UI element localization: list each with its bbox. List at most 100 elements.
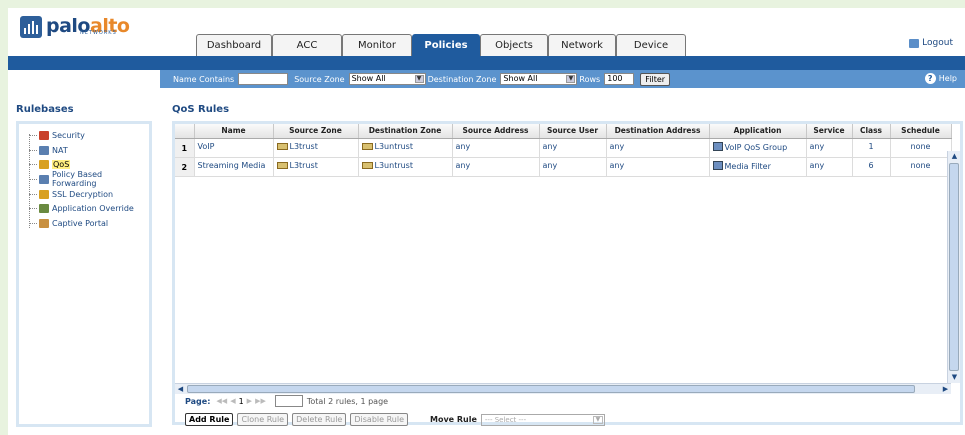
table-header: Name Source Zone Destination Zone Source…: [175, 124, 952, 139]
tree-item-ssl-decryption[interactable]: SSL Decryption: [29, 187, 149, 202]
name-contains-input[interactable]: [238, 73, 289, 85]
source-zone-cell[interactable]: L3trust: [273, 138, 359, 158]
scroll-down-icon[interactable]: ▼: [949, 372, 960, 383]
qos-icon: [39, 160, 49, 170]
last-page-icon[interactable]: ▶▶: [255, 397, 266, 405]
tree-item-nat[interactable]: NAT: [29, 143, 149, 158]
application-cell[interactable]: VoIP QoS Group: [709, 138, 807, 158]
destination-address-cell[interactable]: any: [606, 138, 710, 158]
table-row[interactable]: 1 VoIP L3trust L3untrust any any any VoI…: [175, 138, 952, 158]
tab-monitor[interactable]: Monitor: [342, 34, 412, 56]
clone-rule-button[interactable]: Clone Rule: [237, 413, 289, 426]
tree-item-application-override[interactable]: Application Override: [29, 201, 149, 216]
app-frame: paloalto NETWORKS Dashboard ACC Monitor …: [8, 8, 965, 435]
tab-policies[interactable]: Policies: [412, 34, 480, 56]
zone-icon: [361, 161, 373, 169]
filter-button[interactable]: Filter: [640, 72, 671, 86]
ssl-icon: [39, 189, 49, 199]
column-header[interactable]: Name: [194, 124, 274, 139]
rows-input[interactable]: 100: [604, 73, 635, 85]
service-cell[interactable]: any: [806, 157, 853, 177]
rule-name[interactable]: VoIP: [194, 138, 274, 158]
source-zone-select[interactable]: Show All ▼: [348, 73, 426, 85]
tab-device[interactable]: Device: [616, 34, 686, 56]
add-rule-button[interactable]: Add Rule: [185, 413, 234, 426]
source-address-cell[interactable]: any: [452, 138, 540, 158]
disable-rule-button[interactable]: Disable Rule: [350, 413, 408, 426]
destination-zone-cell[interactable]: L3untrust: [358, 138, 453, 158]
row-number: 1: [175, 138, 195, 158]
rows-label: Rows: [579, 74, 601, 84]
page-title: QoS Rules: [172, 104, 230, 115]
vertical-scrollbar[interactable]: ▲ ▼: [947, 151, 960, 383]
class-cell[interactable]: 1: [852, 138, 891, 158]
column-header[interactable]: Class: [852, 124, 891, 139]
rulebases-tree: Security NAT QoS Policy Based Forwarding…: [16, 121, 152, 427]
logout-icon: [909, 38, 920, 48]
help-link[interactable]: ? Help: [924, 73, 957, 84]
vertical-scroll-thumb[interactable]: [949, 163, 959, 371]
tree-item-policy-based-forwarding[interactable]: Policy Based Forwarding: [29, 170, 149, 188]
scroll-right-icon[interactable]: ▶: [940, 384, 951, 394]
zone-icon: [276, 142, 288, 150]
destination-zone-cell[interactable]: L3untrust: [358, 157, 453, 177]
rulebases-title: Rulebases: [16, 104, 74, 115]
column-header[interactable]: Destination Address: [606, 124, 710, 139]
application-cell[interactable]: Media Filter: [709, 157, 807, 177]
column-header[interactable]: Schedule: [890, 124, 952, 139]
schedule-cell[interactable]: none: [890, 157, 952, 177]
source-zone-label: Source Zone: [294, 74, 345, 84]
application-filter-icon: [712, 160, 723, 170]
source-user-cell[interactable]: any: [539, 157, 607, 177]
schedule-cell[interactable]: none: [890, 138, 952, 158]
scroll-up-icon[interactable]: ▲: [949, 151, 960, 162]
table-row[interactable]: 2 Streaming Media L3trust L3untrust any …: [175, 157, 952, 177]
application-group-icon: [712, 141, 723, 151]
logout-link[interactable]: Logout: [909, 38, 953, 48]
column-header[interactable]: Source Address: [452, 124, 540, 139]
source-user-cell[interactable]: any: [539, 138, 607, 158]
move-rule-select[interactable]: --- Select --- ▼: [480, 413, 605, 426]
row-number: 2: [175, 157, 195, 177]
column-header[interactable]: Application: [709, 124, 807, 139]
tab-objects[interactable]: Objects: [480, 34, 548, 56]
move-rule-label: Move Rule: [430, 415, 477, 424]
tab-acc[interactable]: ACC: [272, 34, 342, 56]
source-zone-cell[interactable]: L3trust: [273, 157, 359, 177]
tab-dashboard[interactable]: Dashboard: [196, 34, 272, 56]
qos-rules-panel: Name Source Zone Destination Zone Source…: [172, 121, 963, 426]
tree-item-captive-portal[interactable]: Captive Portal: [29, 216, 149, 231]
horizontal-scroll-thumb[interactable]: [187, 385, 915, 393]
chevron-down-icon: ▼: [566, 75, 576, 83]
column-header[interactable]: Source Zone: [273, 124, 359, 139]
prev-page-icon[interactable]: ◀: [230, 397, 235, 405]
column-header[interactable]: Service: [806, 124, 853, 139]
tree-item-security[interactable]: Security: [29, 128, 149, 143]
next-page-icon[interactable]: ▶: [247, 397, 252, 405]
chevron-down-icon: ▼: [414, 75, 424, 83]
destination-zone-select[interactable]: Show All ▼: [500, 73, 578, 85]
class-cell[interactable]: 6: [852, 157, 891, 177]
source-address-cell[interactable]: any: [452, 157, 540, 177]
page-input[interactable]: [274, 395, 303, 407]
column-header[interactable]: Source User: [539, 124, 607, 139]
current-page: 1: [238, 396, 244, 406]
service-cell[interactable]: any: [806, 138, 853, 158]
delete-rule-button[interactable]: Delete Rule: [292, 413, 347, 426]
logout-label: Logout: [922, 38, 953, 48]
destination-address-cell[interactable]: any: [606, 157, 710, 177]
horizontal-scrollbar[interactable]: ◀ ▶: [175, 383, 951, 394]
first-page-icon[interactable]: ◀◀: [216, 397, 227, 405]
destination-zone-label: Destination Zone: [427, 74, 497, 84]
nat-icon: [39, 145, 49, 155]
scroll-left-icon[interactable]: ◀: [175, 384, 186, 394]
tab-network[interactable]: Network: [548, 34, 616, 56]
help-icon: ?: [924, 73, 936, 84]
rule-name[interactable]: Streaming Media: [194, 157, 274, 177]
qos-rules-table: Name Source Zone Destination Zone Source…: [175, 124, 952, 177]
pager: Page: ◀◀ ◀ 1 ▶ ▶▶ Total 2 rules, 1 page: [185, 395, 388, 407]
column-header: [175, 124, 195, 139]
app-override-icon: [39, 204, 49, 214]
column-header[interactable]: Destination Zone: [358, 124, 453, 139]
help-label: Help: [938, 74, 957, 83]
